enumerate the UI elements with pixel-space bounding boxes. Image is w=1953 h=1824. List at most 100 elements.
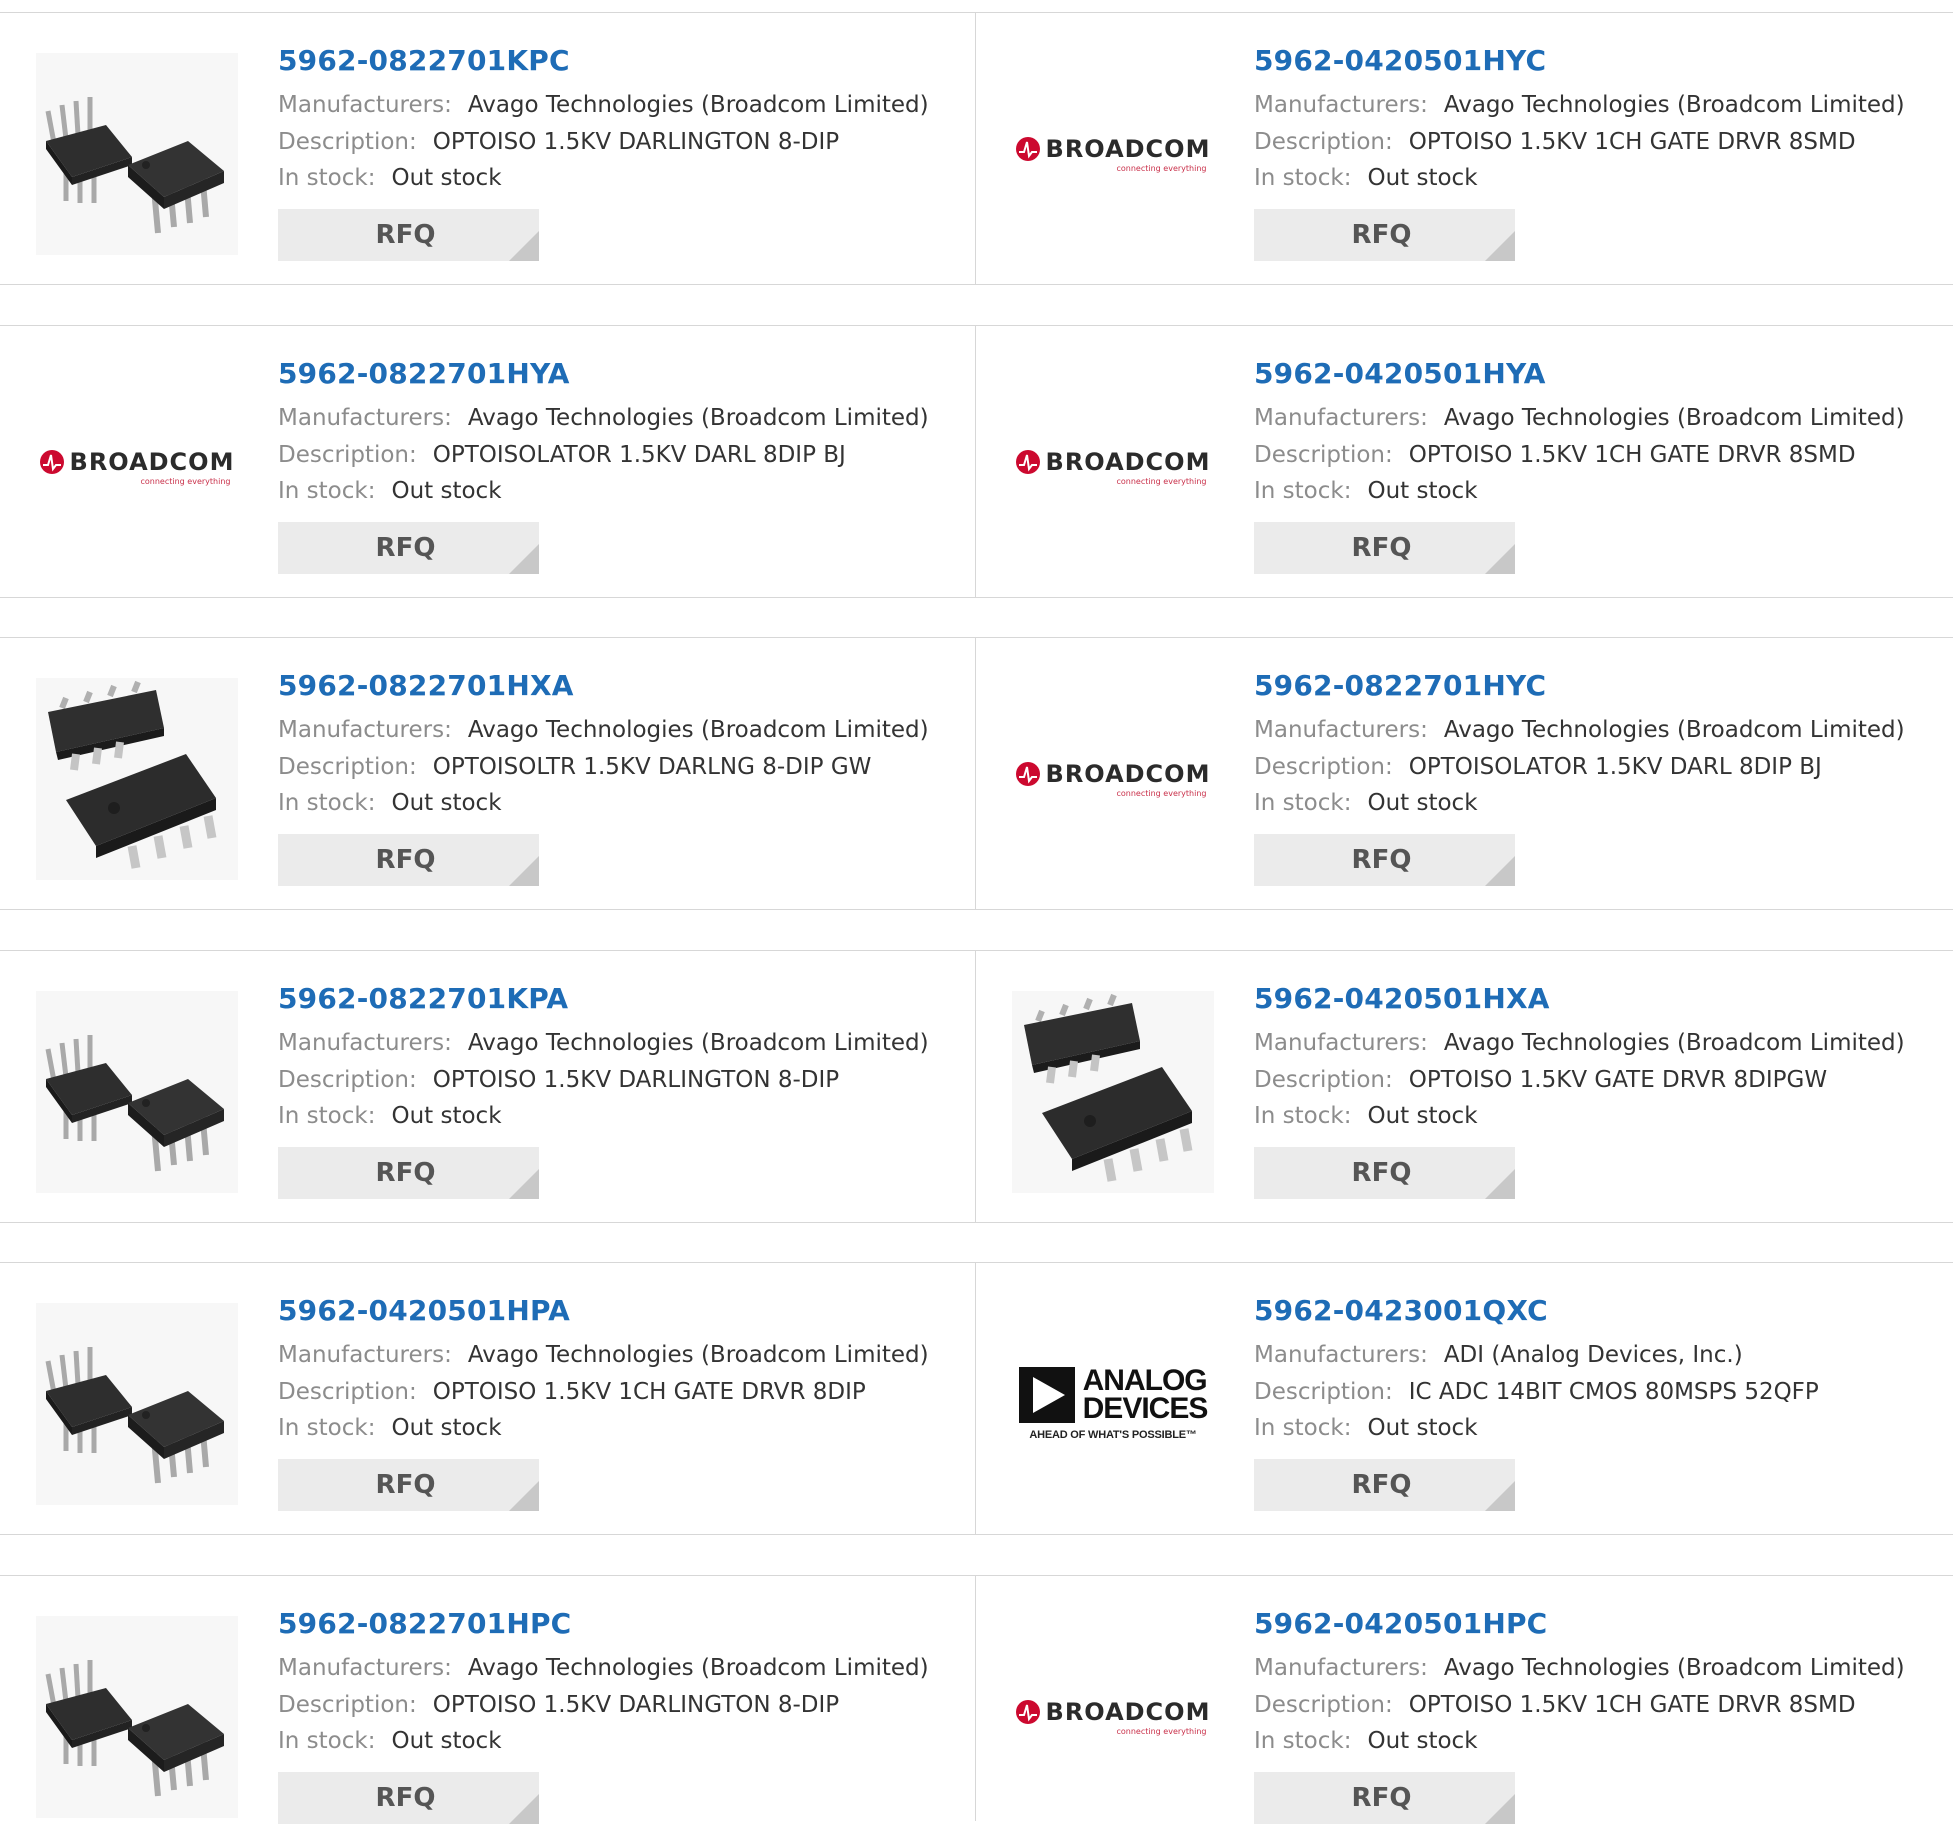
rfq-label: RFQ [1351, 219, 1412, 250]
broadcom-logo-mark: BROADCOM [1015, 1698, 1211, 1726]
part-number-link[interactable]: 5962-0822701HPC [278, 1604, 965, 1644]
broadcom-logo-mark: BROADCOM [1015, 135, 1211, 163]
product-thumbnail[interactable]: BROADCOM connecting everything [36, 366, 238, 568]
description-label: Description: [1254, 1691, 1393, 1718]
broadcom-logo[interactable]: BROADCOM connecting everything [1015, 760, 1211, 798]
manufacturer-line: Manufacturers: ADI (Analog Devices, Inc.) [1254, 1337, 1943, 1374]
stock-label: In stock: [1254, 165, 1352, 191]
dip8-chip-image[interactable] [36, 1303, 238, 1505]
broadcom-logo[interactable]: BROADCOM connecting everything [1015, 135, 1211, 173]
part-number-link[interactable]: 5962-0420501HYC [1254, 41, 1943, 81]
broadcom-pulse-icon [1015, 450, 1040, 474]
rfq-button[interactable]: RFQ [278, 833, 539, 886]
rfq-corner-icon [1485, 1480, 1515, 1511]
rfq-corner-icon [1485, 543, 1515, 574]
product-thumbnail[interactable] [36, 1616, 238, 1818]
product-thumbnail[interactable]: BROADCOM connecting everything [1012, 53, 1214, 255]
rfq-button[interactable]: RFQ [278, 208, 539, 261]
stock-label: In stock: [278, 790, 376, 816]
stock-label: In stock: [278, 1728, 376, 1754]
product-thumbnail[interactable]: BROADCOM connecting everything [1012, 366, 1214, 568]
part-number-link[interactable]: 5962-0423001QXC [1254, 1291, 1943, 1331]
description-label: Description: [278, 1066, 417, 1093]
part-number-link[interactable]: 5962-0420501HPC [1254, 1604, 1943, 1644]
manufacturer-label: Manufacturers: [278, 717, 452, 743]
analog-devices-logo[interactable]: ANALOG DEVICES AHEAD OF WHAT'S POSSIBLE™ [1018, 1366, 1208, 1441]
gullwing-chip-image[interactable] [36, 678, 238, 880]
rfq-button[interactable]: RFQ [1254, 1458, 1515, 1511]
broadcom-logo[interactable]: BROADCOM connecting everything [39, 448, 235, 486]
stock-label: In stock: [278, 1415, 376, 1441]
rfq-corner-icon [1485, 1168, 1515, 1199]
broadcom-logo[interactable]: BROADCOM connecting everything [1015, 1698, 1211, 1736]
part-number-link[interactable]: 5962-0822701KPC [278, 41, 965, 81]
dip8-chip-image[interactable] [36, 991, 238, 1193]
product-info: 5962-0420501HPC Manufacturers: Avago Techn… [1254, 1604, 1943, 1824]
product-thumbnail[interactable]: BROADCOM connecting everything [1012, 678, 1214, 880]
rfq-button[interactable]: RFQ [278, 1458, 539, 1511]
stock-line: In stock: Out stock [278, 1098, 965, 1135]
manufacturer-value: Avago Technologies (Broadcom Limited) [1443, 717, 1905, 743]
description-value: OPTOISO 1.5KV DARLINGTON 8-DIP [432, 128, 840, 155]
gullwing-chip-image[interactable] [1012, 991, 1214, 1193]
part-number-link[interactable]: 5962-0822701KPA [278, 979, 965, 1019]
description-value: OPTOISOLTR 1.5KV DARLNG 8-DIP GW [432, 753, 872, 780]
product-thumbnail[interactable] [1012, 991, 1214, 1193]
stock-value: Out stock [391, 478, 502, 504]
product-thumbnail[interactable] [36, 678, 238, 880]
stock-value: Out stock [391, 165, 502, 191]
rfq-button[interactable]: RFQ [1254, 833, 1515, 886]
part-number-link[interactable]: 5962-0822701HYA [278, 354, 965, 394]
product-thumbnail[interactable] [36, 53, 238, 255]
stock-line: In stock: Out stock [1254, 785, 1943, 822]
rfq-button[interactable]: RFQ [278, 1146, 539, 1199]
manufacturer-label: Manufacturers: [1254, 92, 1428, 118]
description-label: Description: [1254, 753, 1393, 780]
rfq-button[interactable]: RFQ [1254, 208, 1515, 261]
part-number-link[interactable]: 5962-0822701HXA [278, 666, 965, 706]
rfq-button[interactable]: RFQ [278, 1771, 539, 1824]
rfq-button[interactable]: RFQ [1254, 1771, 1515, 1824]
product-card: BROADCOM connecting everything 5962-042050… [976, 326, 1953, 597]
product-thumbnail[interactable] [36, 1303, 238, 1505]
dip8-chip-image[interactable] [36, 1616, 238, 1818]
manufacturer-value: Avago Technologies (Broadcom Limited) [467, 1342, 929, 1368]
stock-line: In stock: Out stock [278, 160, 965, 197]
manufacturer-value: Avago Technologies (Broadcom Limited) [1443, 1655, 1905, 1681]
broadcom-pulse-icon [39, 450, 64, 474]
rfq-corner-icon [509, 230, 539, 261]
part-number-link[interactable]: 5962-0420501HXA [1254, 979, 1943, 1019]
description-label: Description: [1254, 128, 1393, 155]
broadcom-wordmark: BROADCOM [1045, 135, 1211, 163]
broadcom-tagline: connecting everything [1116, 1727, 1207, 1736]
product-card: BROADCOM connecting everything 5962-042050… [976, 1576, 1953, 1824]
stock-label: In stock: [1254, 1415, 1352, 1441]
stock-line: In stock: Out stock [1254, 1723, 1943, 1760]
broadcom-logo[interactable]: BROADCOM connecting everything [1015, 448, 1211, 486]
product-thumbnail[interactable]: BROADCOM connecting everything [1012, 1616, 1214, 1818]
product-card: 5962-0420501HXA Manufacturers: Avago Techn… [976, 951, 1953, 1222]
dip8-chip-image[interactable] [36, 53, 238, 255]
manufacturer-line: Manufacturers: Avago Technologies (Broadc… [278, 1025, 965, 1062]
stock-line: In stock: Out stock [1254, 1410, 1943, 1447]
part-number-link[interactable]: 5962-0420501HPA [278, 1291, 965, 1331]
stock-value: Out stock [391, 1415, 502, 1441]
manufacturer-line: Manufacturers: Avago Technologies (Broadc… [278, 400, 965, 437]
rfq-button[interactable]: RFQ [1254, 1146, 1515, 1199]
rfq-button[interactable]: RFQ [278, 521, 539, 574]
rfq-label: RFQ [1351, 844, 1412, 875]
product-row: 5962-0822701KPA Manufacturers: Avago Techn… [0, 950, 1953, 1223]
manufacturer-line: Manufacturers: Avago Technologies (Broadc… [278, 87, 965, 124]
part-number-link[interactable]: 5962-0420501HYA [1254, 354, 1943, 394]
product-thumbnail[interactable] [36, 991, 238, 1193]
part-number-link[interactable]: 5962-0822701HYC [1254, 666, 1943, 706]
stock-label: In stock: [278, 165, 376, 191]
manufacturer-value: Avago Technologies (Broadcom Limited) [1443, 1030, 1905, 1056]
rfq-label: RFQ [1351, 1469, 1412, 1500]
manufacturer-label: Manufacturers: [1254, 1342, 1428, 1368]
rfq-button[interactable]: RFQ [1254, 521, 1515, 574]
product-thumbnail[interactable]: ANALOG DEVICES AHEAD OF WHAT'S POSSIBLE™ [1012, 1303, 1214, 1505]
broadcom-logo-mark: BROADCOM [1015, 760, 1211, 788]
description-value: OPTOISO 1.5KV 1CH GATE DRVR 8SMD [1408, 128, 1856, 155]
stock-value: Out stock [391, 1103, 502, 1129]
